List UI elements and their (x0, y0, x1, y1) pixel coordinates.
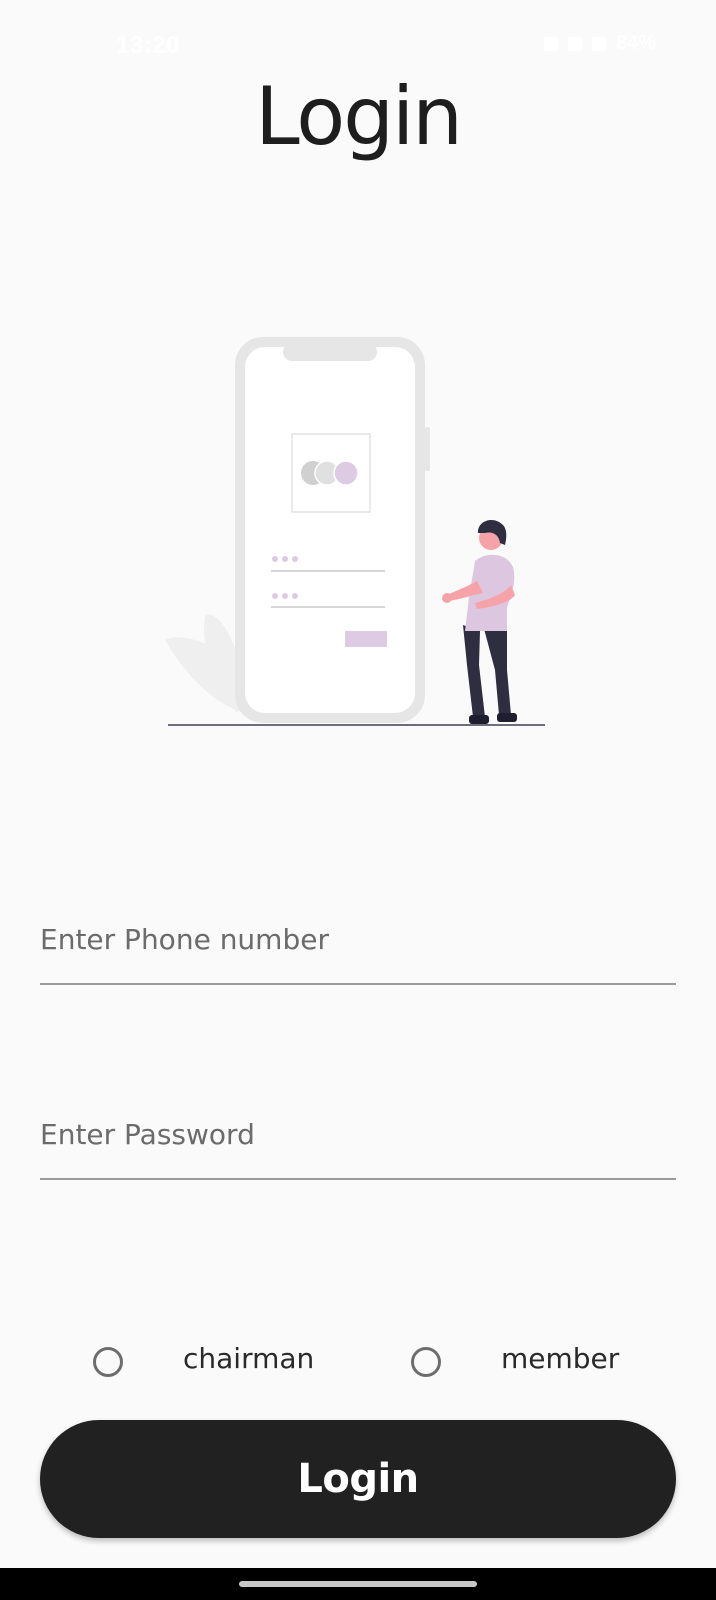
system-nav-bar (0, 1568, 716, 1600)
phone-side-button (425, 427, 430, 471)
radio-button-chairman[interactable] (93, 1347, 123, 1377)
mock-button (345, 631, 387, 647)
role-radio-group: chairman member (0, 1340, 716, 1390)
role-label-chairman: chairman (183, 1342, 315, 1375)
password-input-underline (40, 1178, 676, 1180)
phone-input[interactable] (40, 895, 676, 983)
role-option-chairman[interactable]: chairman (93, 1340, 333, 1390)
mock-dots-2 (272, 593, 298, 599)
phone-field (40, 895, 676, 985)
wifi-icon (567, 36, 582, 51)
home-indicator[interactable] (239, 1581, 477, 1587)
leaf-decoration (165, 614, 245, 713)
person-figure (442, 519, 517, 724)
login-illustration (165, 337, 545, 726)
status-bar: 13:20 84% (0, 28, 716, 68)
status-icons: 84% (543, 32, 656, 55)
phone-input-underline (40, 983, 676, 985)
status-time: 13:20 (116, 32, 180, 59)
phone-screen (245, 347, 415, 713)
notification-icon (543, 36, 558, 51)
login-button[interactable]: Login (40, 1420, 676, 1538)
role-option-member[interactable]: member (411, 1340, 651, 1390)
password-field (40, 1090, 676, 1180)
password-input[interactable] (40, 1090, 676, 1178)
page-title: Login (255, 70, 463, 163)
phone-notch (283, 343, 377, 361)
signal-icon (591, 36, 606, 51)
battery-level: 84% (615, 32, 656, 54)
radio-button-member[interactable] (411, 1347, 441, 1377)
mock-dots-1 (272, 556, 298, 562)
circle-3 (333, 460, 359, 486)
role-label-member: member (501, 1342, 620, 1375)
